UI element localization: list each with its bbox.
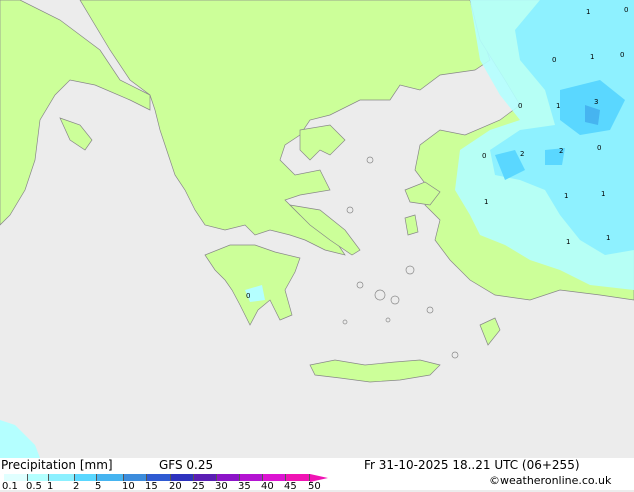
scale-tick-label: 1 — [47, 481, 54, 492]
precip-value-label: 1 — [556, 102, 560, 110]
color-swatch — [124, 474, 147, 481]
scale-tick-label: 30 — [215, 481, 228, 492]
scale-tick-label: 0.5 — [26, 481, 42, 492]
scale-tick-label: 50 — [308, 481, 321, 492]
precip-value-label: 1 — [590, 53, 594, 61]
model-name: GFS 0.25 — [159, 458, 214, 472]
color-swatch — [75, 474, 97, 481]
scale-tick-label: 2 — [73, 481, 80, 492]
precip-value-label: 1 — [566, 238, 570, 246]
scale-tick-label: 25 — [192, 481, 205, 492]
precip-value-label: 0 — [620, 51, 624, 59]
precip-value-label: 0 — [552, 56, 556, 64]
precip-value-label: 1 — [564, 192, 568, 200]
precipitation-map: 1 0 0 1 0 0 1 3 0 2 2 0 1 1 1 1 1 0 — [0, 0, 634, 458]
precip-value-label: 0 — [597, 144, 601, 152]
color-swatch — [49, 474, 75, 481]
scale-tick-label: 10 — [122, 481, 135, 492]
scale-tick-label: 20 — [169, 481, 182, 492]
scale-tick-label: 40 — [261, 481, 274, 492]
color-swatch — [240, 474, 263, 481]
precip-value-label: 0 — [624, 6, 628, 14]
precip-value-label: 0 — [518, 102, 522, 110]
scale-tick-label: 35 — [238, 481, 251, 492]
legend-title: Precipitation [mm] — [1, 458, 113, 472]
scale-tick-label: 15 — [145, 481, 158, 492]
scale-tick-label: 5 — [95, 481, 102, 492]
scale-tick-label: 0.1 — [2, 481, 18, 492]
precip-value-label: 0 — [482, 152, 486, 160]
color-swatch — [4, 474, 28, 481]
precip-value-label: 1 — [586, 8, 590, 16]
precip-value-label: 1 — [606, 234, 610, 242]
color-swatch — [171, 474, 194, 481]
color-swatch — [194, 474, 217, 481]
color-swatch — [28, 474, 49, 481]
precip-value-label: 1 — [484, 198, 488, 206]
color-swatch — [147, 474, 171, 481]
forecast-datetime: Fr 31-10-2025 18..21 UTC (06+255) — [364, 458, 580, 472]
precip-value-label: 1 — [601, 190, 605, 198]
color-swatch — [286, 474, 310, 481]
precip-value-label: 3 — [594, 98, 598, 106]
scale-tick-label: 45 — [284, 481, 297, 492]
credit-link[interactable]: ©weatheronline.co.uk — [489, 474, 611, 488]
precip-value-label: 0 — [246, 292, 250, 300]
precip-value-label: 2 — [559, 147, 563, 155]
color-swatch — [97, 474, 124, 481]
color-swatch — [217, 474, 240, 481]
precip-value-label: 2 — [520, 150, 524, 158]
color-swatch — [263, 474, 286, 481]
